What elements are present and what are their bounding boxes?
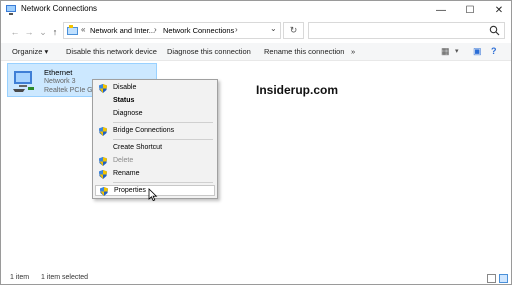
- item-count: 1 item: [10, 274, 30, 281]
- connection-network: Network 3: [44, 78, 76, 85]
- context-menu: Disable Status Diagnose Bridge Connectio…: [92, 79, 218, 199]
- menu-label-rename: Rename: [113, 170, 140, 177]
- search-icon: [489, 25, 500, 36]
- breadcrumb-network-connections[interactable]: Network Connections: [163, 26, 234, 35]
- more-commands-button[interactable]: »: [351, 47, 355, 56]
- address-overflow[interactable]: «: [81, 25, 85, 34]
- search-input[interactable]: [308, 22, 505, 39]
- menu-label-status: Status: [113, 97, 135, 104]
- uac-shield-icon: [99, 84, 107, 93]
- disable-device-button[interactable]: Disable this network device: [66, 47, 157, 56]
- recent-locations-button[interactable]: ⌄: [37, 26, 49, 38]
- forward-button[interactable]: →: [23, 26, 35, 38]
- refresh-button[interactable]: ↻: [283, 22, 304, 39]
- menu-item-status[interactable]: Status: [95, 96, 215, 107]
- control-panel-icon: [67, 25, 78, 35]
- breadcrumb-separator[interactable]: ›: [154, 25, 157, 34]
- ethernet-adapter-icon: [13, 71, 34, 92]
- view-dropdown-icon[interactable]: ▾: [455, 47, 459, 55]
- menu-label-bridge-connections: Bridge Connections: [113, 127, 175, 134]
- menu-separator: [113, 122, 213, 123]
- menu-label-properties: Properties: [114, 187, 146, 194]
- maximize-button[interactable]: ☐: [456, 1, 484, 19]
- rename-connection-button[interactable]: Rename this connection: [264, 47, 344, 56]
- menu-item-diagnose[interactable]: Diagnose: [95, 109, 215, 120]
- menu-label-delete: Delete: [113, 157, 134, 164]
- menu-item-rename[interactable]: Rename: [95, 169, 215, 180]
- address-bar[interactable]: « Network and Inter... › Network Connect…: [63, 22, 281, 39]
- menu-item-bridge-connections[interactable]: Bridge Connections: [95, 126, 215, 137]
- selection-count: 1 item selected: [41, 274, 89, 281]
- status-bar: 1 item 1 item selected: [1, 273, 511, 285]
- menu-item-delete[interactable]: Delete: [95, 156, 215, 167]
- menu-separator: [113, 182, 213, 183]
- menu-label-create-shortcut: Create Shortcut: [113, 144, 163, 151]
- menu-item-disable[interactable]: Disable: [95, 83, 215, 94]
- window-title: Network Connections: [21, 4, 98, 13]
- details-view-icon[interactable]: [487, 274, 496, 283]
- close-button[interactable]: ✕: [485, 1, 512, 19]
- title-bar: Network Connections — ☐ ✕: [1, 1, 511, 19]
- help-icon[interactable]: ?: [491, 46, 497, 56]
- breadcrumb-separator[interactable]: ›: [235, 25, 238, 34]
- menu-label-disable: Disable: [113, 84, 137, 91]
- breadcrumb-network-internet[interactable]: Network and Inter...: [90, 26, 155, 35]
- uac-shield-icon: [99, 157, 107, 166]
- menu-item-create-shortcut[interactable]: Create Shortcut: [95, 143, 215, 154]
- connection-name: Ethernet: [44, 68, 73, 77]
- uac-shield-icon: [100, 187, 108, 196]
- large-icons-view-icon[interactable]: [499, 274, 508, 283]
- mouse-pointer-icon: [148, 188, 158, 202]
- view-options-icon[interactable]: ▦: [441, 46, 450, 57]
- diagnose-connection-button[interactable]: Diagnose this connection: [167, 47, 251, 56]
- preview-pane-icon[interactable]: ▣: [473, 46, 482, 57]
- up-button[interactable]: ↑: [49, 26, 61, 38]
- uac-shield-icon: [99, 127, 107, 136]
- minimize-button[interactable]: —: [427, 1, 455, 19]
- network-connections-icon: [6, 5, 16, 15]
- back-button[interactable]: ←: [9, 26, 21, 38]
- watermark-text: Insiderup.com: [256, 83, 339, 97]
- command-bar: Organize ▾ Disable this network device D…: [1, 43, 511, 61]
- uac-shield-icon: [99, 170, 107, 179]
- organize-button[interactable]: Organize ▾: [12, 47, 48, 56]
- menu-separator: [113, 139, 213, 140]
- explorer-window: Network Connections — ☐ ✕ ← → ⌄ ↑ « Netw…: [0, 0, 512, 285]
- connection-adapter: Realtek PCIe Gb: [44, 87, 97, 94]
- address-dropdown-icon[interactable]: ⌄: [270, 24, 277, 33]
- menu-label-diagnose: Diagnose: [113, 110, 143, 117]
